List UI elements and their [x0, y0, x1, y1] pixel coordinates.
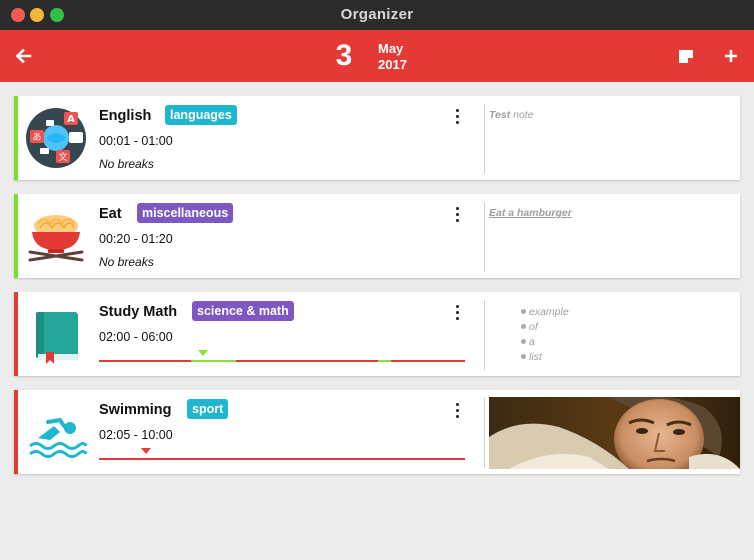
- note-divider: [484, 202, 485, 272]
- note-list-item: example: [521, 305, 569, 320]
- back-button[interactable]: [10, 42, 38, 70]
- activity-tag[interactable]: science & math: [192, 301, 294, 321]
- note-divider: [484, 398, 485, 468]
- app-bar: 3 May 2017: [0, 30, 754, 82]
- activity-title: English: [99, 108, 152, 124]
- note-icon: [679, 50, 693, 63]
- activity-menu-button[interactable]: [452, 108, 464, 126]
- note-label: Test: [489, 109, 511, 121]
- timeline-marker: [141, 448, 151, 454]
- activity-tag[interactable]: miscellaneous: [137, 203, 234, 223]
- timeline-track: [99, 360, 465, 362]
- activity-note[interactable]: Test note: [489, 109, 534, 121]
- kebab-menu-icon: [456, 109, 460, 113]
- activity-menu-button[interactable]: [452, 304, 464, 322]
- note-list-item: list: [521, 350, 569, 365]
- plus-icon: [725, 50, 737, 62]
- activity-card-study-math[interactable]: Study Math science & math 02:00 - 06:00 …: [14, 292, 740, 376]
- note-list-item: a: [521, 335, 569, 350]
- date-day[interactable]: 3: [322, 35, 366, 77]
- book-icon: [24, 302, 88, 366]
- activity-title: Study Math: [99, 304, 178, 320]
- window-titlebar: Organizer: [0, 0, 754, 30]
- arrow-left-icon: [15, 48, 32, 64]
- kebab-menu-icon: [456, 305, 460, 309]
- activity-card-eat[interactable]: Eat miscellaneous 00:20 - 01:20 No break…: [14, 194, 740, 278]
- date-month: May: [378, 41, 404, 56]
- note-divider: [484, 300, 485, 370]
- activity-note[interactable]: Eat a hamburger: [489, 207, 572, 219]
- activity-time: 00:01 - 01:00: [99, 134, 173, 148]
- activity-title: Swimming: [99, 402, 172, 418]
- swimmer-icon: [24, 400, 88, 464]
- note-list-item: of: [521, 320, 569, 335]
- activity-breaks: No breaks: [99, 255, 154, 269]
- kebab-menu-icon: [456, 403, 460, 407]
- note-rest: note: [510, 109, 534, 121]
- date-year: 2017: [378, 57, 407, 72]
- note-button[interactable]: [673, 42, 699, 70]
- activity-card-swimming[interactable]: Swimming sport 02:05 - 10:00: [14, 390, 740, 474]
- activity-card-english[interactable]: A あ 文 English languages 00:01 - 01:00 No…: [14, 96, 740, 180]
- svg-text:あ: あ: [32, 132, 41, 143]
- svg-text:A: A: [67, 114, 75, 125]
- timeline-marker: [198, 350, 208, 356]
- window-title: Organizer: [340, 6, 414, 23]
- svg-text:文: 文: [58, 151, 67, 163]
- activity-title: Eat: [99, 206, 122, 222]
- noodle-bowl-icon: [24, 204, 88, 268]
- note-divider: [484, 104, 485, 174]
- portrait-image[interactable]: [489, 397, 740, 469]
- activity-time: 02:05 - 10:00: [99, 428, 173, 442]
- timeline-segment: [378, 360, 391, 362]
- activity-time: 02:00 - 06:00: [99, 330, 173, 344]
- add-activity-button[interactable]: [718, 42, 744, 70]
- activity-tag[interactable]: sport: [187, 399, 229, 419]
- activity-menu-button[interactable]: [452, 206, 464, 224]
- activity-time: 00:20 - 01:20: [99, 232, 173, 246]
- activity-breaks: No breaks: [99, 157, 154, 171]
- kebab-menu-icon: [456, 207, 460, 211]
- timeline-track: [99, 458, 465, 460]
- translate-icon: A あ 文: [24, 106, 88, 170]
- activity-menu-button[interactable]: [452, 402, 464, 420]
- activity-tag[interactable]: languages: [165, 105, 237, 125]
- activity-note-list[interactable]: example of a list: [521, 305, 569, 365]
- timeline-segment: [191, 360, 236, 362]
